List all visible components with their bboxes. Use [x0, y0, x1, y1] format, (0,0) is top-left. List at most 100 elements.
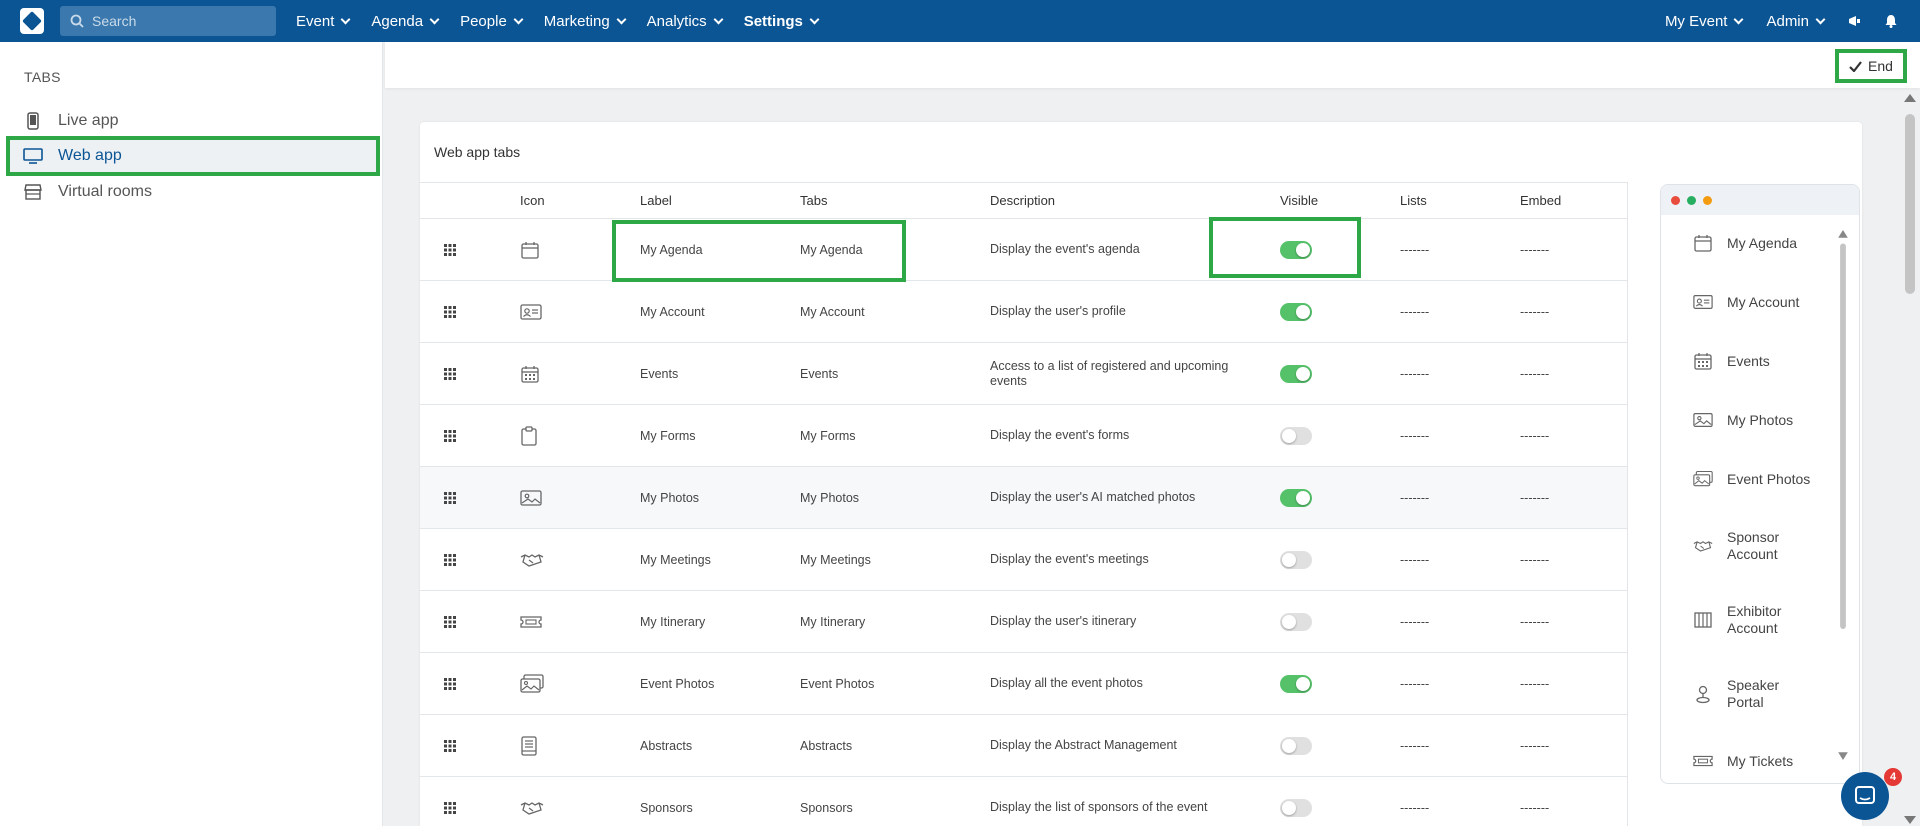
row-description: Display the user's itinerary [990, 614, 1137, 628]
col-icon: Icon [520, 193, 545, 208]
store-icon [22, 181, 44, 203]
table-row[interactable]: My Photos My Photos Display the user's AI … [420, 467, 1627, 529]
drag-handle-icon[interactable] [420, 615, 520, 628]
visible-toggle[interactable] [1280, 798, 1312, 817]
chat-icon [1855, 786, 1875, 804]
table-header: Icon Label Tabs Description Visible List… [420, 183, 1627, 219]
col-lists: Lists [1400, 193, 1427, 208]
preview-item[interactable]: Event Photos [1693, 469, 1810, 489]
row-label: Event Photos [640, 676, 715, 691]
visible-toggle[interactable] [1280, 302, 1312, 321]
preview-item[interactable]: Events [1693, 351, 1770, 371]
sidebar-item-virtual-rooms[interactable]: Virtual rooms [6, 174, 380, 210]
my-event-menu[interactable]: My Event [1665, 13, 1744, 30]
preview-item[interactable]: Exhibitor Account [1693, 603, 1781, 637]
visible-toggle[interactable] [1280, 550, 1312, 569]
preview-item-label-line1: Sponsor [1727, 529, 1780, 545]
nav-people[interactable]: People [460, 13, 524, 30]
table-row[interactable]: My Meetings My Meetings Display the event'… [420, 529, 1627, 591]
visible-toggle[interactable] [1280, 364, 1312, 383]
row-label: My Agenda [640, 242, 703, 257]
row-lists: ------- [1400, 366, 1430, 381]
col-tabs: Tabs [800, 193, 828, 208]
nav-event[interactable]: Event [296, 13, 351, 30]
end-button[interactable]: End [1835, 49, 1907, 83]
chevron-down-icon [616, 14, 627, 24]
nav-marketing[interactable]: Marketing [544, 13, 627, 30]
row-lists: ------- [1400, 490, 1430, 505]
drag-handle-icon[interactable] [420, 677, 520, 690]
table-row[interactable]: Abstracts Abstracts Display the Abstract M… [420, 715, 1627, 777]
row-lists: ------- [1400, 552, 1430, 567]
table-row[interactable]: My Itinerary My Itinerary Display the user… [420, 591, 1627, 653]
preview-item-label: My Tickets [1727, 753, 1794, 769]
row-tabs: Event Photos [800, 676, 875, 691]
nav-settings[interactable]: Settings [744, 13, 820, 30]
drag-handle-icon[interactable] [420, 739, 520, 752]
calendar-icon [1693, 233, 1713, 253]
nav-analytics[interactable]: Analytics [647, 13, 724, 30]
table-row[interactable]: My Account My Account Display the user's p… [420, 281, 1627, 343]
preview-item-label: My Agenda [1727, 235, 1798, 251]
drag-handle-icon[interactable] [420, 243, 520, 256]
drag-handle-icon[interactable] [420, 305, 520, 318]
preview-item[interactable]: My Tickets [1693, 751, 1793, 771]
table-row[interactable]: Events Events Access to a list of register… [420, 343, 1627, 405]
preview-item[interactable]: My Photos [1693, 410, 1793, 430]
row-embed: ------- [1520, 614, 1550, 629]
visible-toggle[interactable] [1280, 426, 1312, 445]
bell-icon[interactable] [1884, 14, 1898, 28]
search-box[interactable] [60, 6, 276, 36]
sidebar-item-label: Live app [58, 112, 119, 129]
visible-toggle[interactable] [1280, 736, 1312, 755]
table-row[interactable]: My Agenda My Agenda Display the event's ag… [420, 219, 1627, 281]
preview-item-label: Event Photos [1727, 471, 1811, 487]
drag-handle-icon[interactable] [420, 801, 520, 814]
drag-handle-icon[interactable] [420, 491, 520, 504]
preview-scrollbar[interactable] [1838, 230, 1848, 760]
row-description: Display the user's AI matched photos [990, 490, 1196, 504]
row-tabs: Abstracts [800, 738, 853, 753]
maximize-dot-icon [1687, 195, 1696, 205]
speaker-icon [1693, 684, 1713, 704]
chat-button[interactable] [1841, 772, 1889, 820]
web-app-tabs-card: Web app tabs Icon Label Tabs Description… [420, 122, 1862, 826]
admin-menu[interactable]: Admin [1766, 13, 1826, 30]
chevron-down-icon [1815, 14, 1826, 24]
chevron-down-icon [429, 14, 440, 24]
visible-toggle[interactable] [1280, 612, 1312, 631]
ticket-icon [520, 614, 640, 630]
table-row[interactable]: Event Photos Event Photos Display all the … [420, 653, 1627, 715]
drag-handle-icon[interactable] [420, 553, 520, 566]
visible-toggle[interactable] [1280, 488, 1312, 507]
search-input[interactable] [92, 13, 262, 29]
chevron-down-icon [340, 14, 351, 24]
preview-item[interactable]: My Account [1693, 292, 1799, 312]
preview-item[interactable]: Speaker Portal [1693, 677, 1779, 711]
nav-agenda[interactable]: Agenda [371, 13, 440, 30]
page-scrollbar[interactable] [1900, 92, 1920, 826]
preview-item[interactable]: My Agenda [1693, 233, 1797, 253]
drag-handle-icon[interactable] [420, 367, 520, 380]
handshake-icon [520, 551, 640, 569]
row-lists: ------- [1400, 614, 1430, 629]
row-embed: ------- [1520, 366, 1550, 381]
calendar-grid-icon [1693, 351, 1713, 371]
drag-handle-icon[interactable] [420, 429, 520, 442]
row-lists: ------- [1400, 428, 1430, 443]
visible-toggle[interactable] [1280, 674, 1312, 693]
table-row[interactable]: My Forms My Forms Display the event's form… [420, 405, 1627, 467]
app-logo[interactable] [20, 8, 44, 34]
col-embed: Embed [1520, 193, 1562, 208]
col-visible: Visible [1280, 193, 1319, 208]
megaphone-icon[interactable] [1848, 14, 1862, 28]
row-label: My Photos [640, 490, 700, 505]
sidebar-title: TABS [24, 69, 61, 85]
sidebar-item-web-app[interactable]: Web app [6, 136, 380, 176]
row-description: Display the Abstract Management [990, 738, 1177, 752]
top-navigation-bar: Event Agenda People Marketing Analytics … [0, 0, 1920, 42]
visible-toggle[interactable] [1280, 240, 1312, 259]
table-row[interactable]: Sponsors Sponsors Display the list of spon… [420, 777, 1627, 826]
preview-item[interactable]: Sponsor Account [1693, 529, 1779, 563]
sidebar-item-live-app[interactable]: Live app [6, 103, 380, 139]
